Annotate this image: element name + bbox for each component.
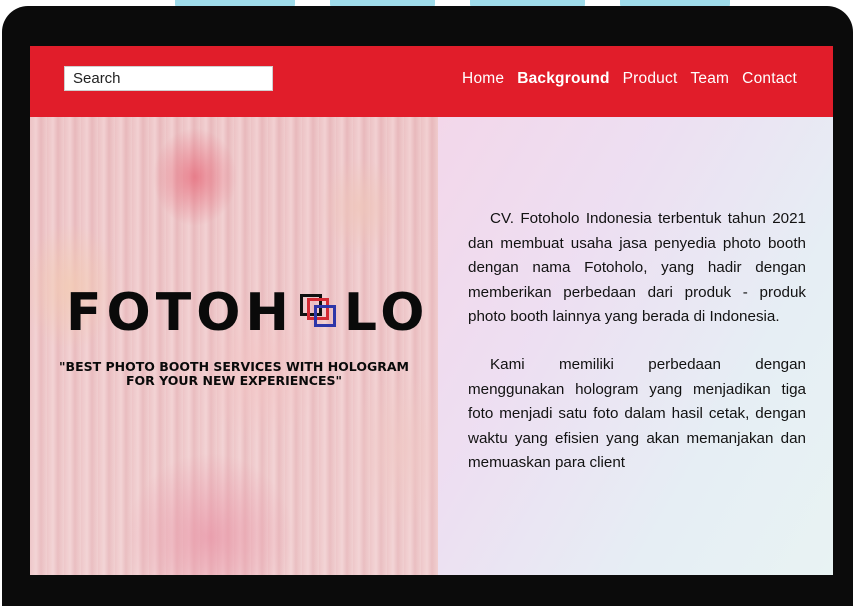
website-screen: Home Background Product Team Contact FOT…: [30, 46, 833, 575]
about-paragraph: Kami memiliki perbedaan dengan menggunak…: [468, 356, 806, 472]
logo-squares-icon: [298, 292, 340, 334]
photo-booth-image: [30, 117, 438, 575]
logo-text-right: LO: [343, 283, 430, 343]
tagline: "BEST PHOTO BOOTH SERVICES WITH HOLOGRAM…: [59, 359, 409, 388]
search-input[interactable]: [64, 66, 273, 91]
nav-link-team[interactable]: Team: [690, 70, 729, 88]
nav-link-product[interactable]: Product: [623, 70, 678, 88]
navbar: Home Background Product Team Contact: [30, 46, 833, 117]
fotoholo-logo: FOTOH LO: [66, 287, 429, 339]
about-panel: CV. Fotoholo Indonesia terbentuk tahun 2…: [438, 117, 833, 575]
nav-link-contact[interactable]: Contact: [742, 70, 797, 88]
nav-link-background[interactable]: Background: [517, 70, 609, 88]
hero-section: FOTOH LO "BEST PHOTO BOOTH SERVICES WITH…: [30, 117, 833, 575]
nav-links: Home Background Product Team Contact: [462, 70, 797, 88]
nav-link-home[interactable]: Home: [462, 70, 504, 88]
logo-text-left: FOTOH: [66, 283, 294, 343]
about-paragraph: CV. Fotoholo Indonesia terbentuk tahun 2…: [468, 210, 806, 326]
laptop-frame: Home Background Product Team Contact FOT…: [2, 6, 853, 606]
